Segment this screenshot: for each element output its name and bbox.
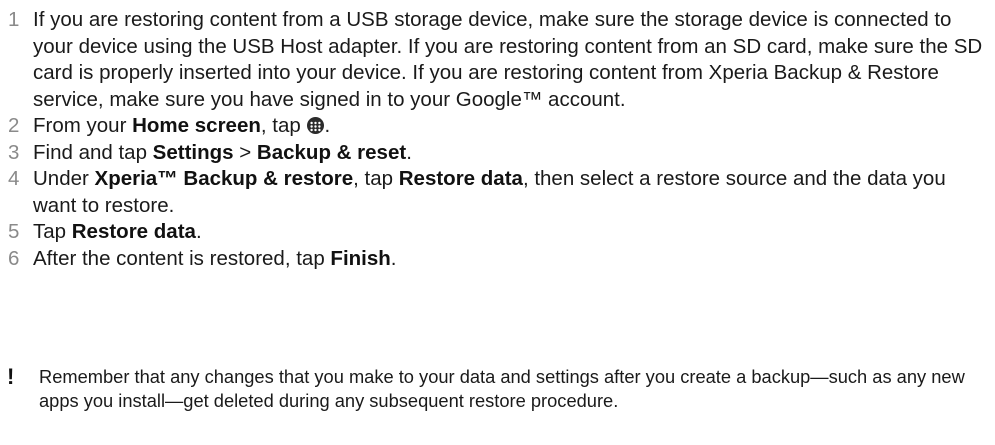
- step-prefix: Find and tap: [33, 140, 153, 164]
- step-end: .: [324, 114, 331, 137]
- step-prefix: Tap: [33, 220, 72, 243]
- note-text: Remember that any changes that you make …: [39, 366, 965, 411]
- step-2: 2 From your Home screen, tap .: [6, 113, 986, 140]
- step-4: 4 Under Xperia™ Backup & restore, tap Re…: [6, 166, 986, 219]
- step-number: 5: [8, 220, 20, 243]
- step-1: 1 If you are restoring content from a US…: [6, 7, 986, 113]
- step-end: .: [406, 140, 412, 164]
- step-text: From your Home screen, tap .: [33, 113, 986, 140]
- restore-steps-list: 1 If you are restoring content from a US…: [6, 7, 986, 272]
- step-text: If you are restoring content from a USB …: [33, 8, 983, 111]
- step-number: 2: [8, 114, 20, 137]
- step-text: Tap Restore data.: [33, 219, 986, 246]
- step-text: After the content is restored, tap Finis…: [33, 246, 986, 273]
- restore-data-label: Restore data: [398, 167, 523, 190]
- backup-reset-label: Backup & reset: [256, 140, 407, 164]
- step-prefix: From your: [33, 114, 133, 137]
- step-end: .: [390, 246, 397, 270]
- exclamation-icon: !: [7, 364, 15, 389]
- finish-label: Finish: [330, 246, 391, 270]
- settings-label: Settings: [152, 140, 234, 164]
- step-middle: >: [233, 140, 257, 164]
- document-page: 1 If you are restoring content from a US…: [0, 0, 995, 445]
- step-6: 6 After the content is restored, tap Fin…: [6, 246, 986, 273]
- restore-data-label: Restore data: [71, 220, 196, 243]
- warning-note: ! Remember that any changes that you mak…: [6, 366, 986, 412]
- step-text: Find and tap Settings > Backup & reset.: [33, 140, 986, 167]
- step-3: 3 Find and tap Settings > Backup & reset…: [6, 140, 986, 167]
- step-number: 3: [8, 140, 20, 164]
- step-number: 6: [8, 246, 20, 270]
- step-text: Under Xperia™ Backup & restore, tap Rest…: [33, 166, 986, 219]
- xperia-backup-restore-label: Xperia™ Backup & restore: [94, 167, 354, 190]
- step-number: 1: [8, 8, 20, 31]
- step-number: 4: [8, 167, 20, 190]
- step-5: 5 Tap Restore data.: [6, 219, 986, 246]
- step-prefix: Under: [33, 167, 95, 190]
- step-suffix: , tap: [260, 114, 307, 137]
- step-end: .: [195, 220, 202, 243]
- home-screen-label: Home screen: [132, 114, 261, 137]
- apps-icon: [307, 117, 325, 134]
- step-prefix: After the content is restored, tap: [33, 246, 331, 270]
- step-middle: , tap: [353, 167, 399, 190]
